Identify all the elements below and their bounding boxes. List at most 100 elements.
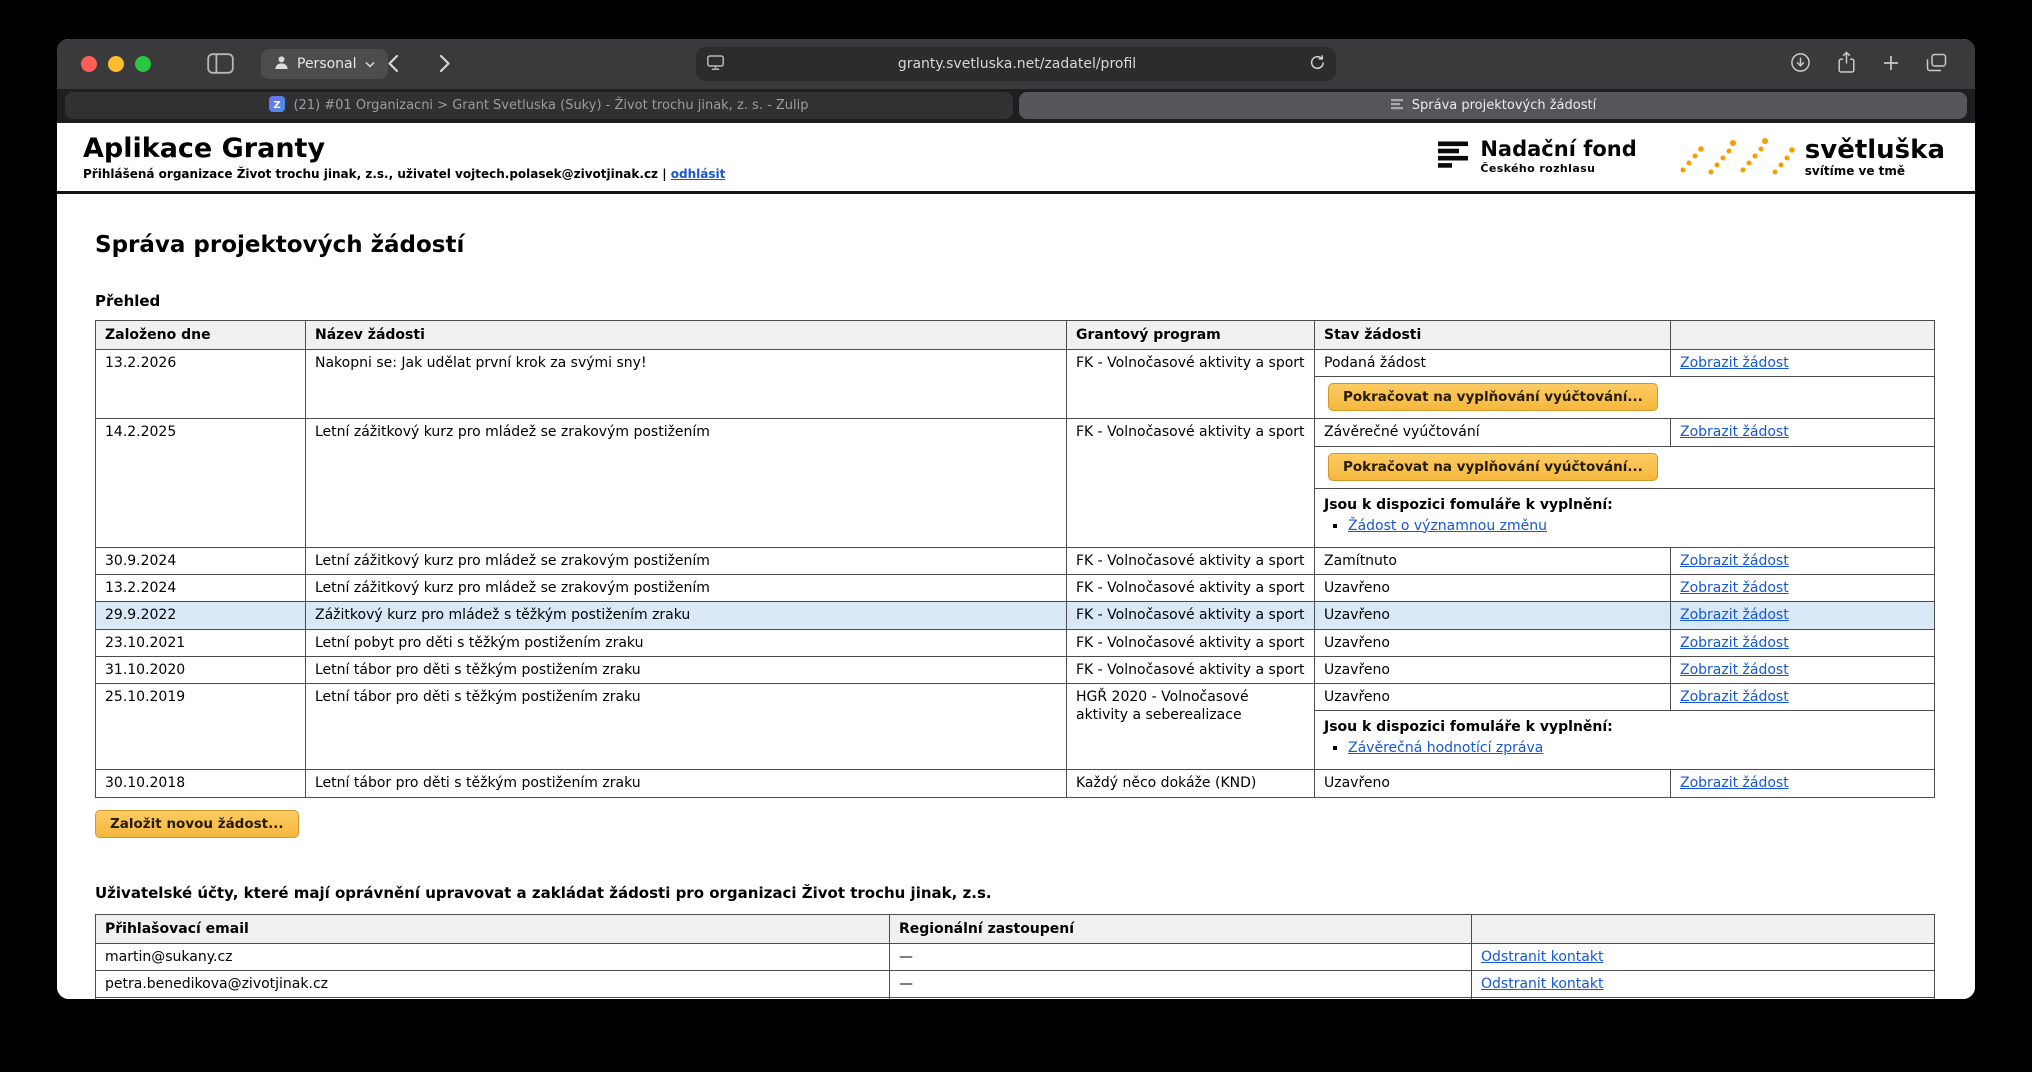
table-row-selected[interactable]: 29.9.2022 Zážitkový kurz pro mládež s tě…	[96, 602, 1935, 629]
col-header-actions	[1671, 321, 1935, 350]
cell-region: —	[890, 943, 1472, 970]
view-request-link[interactable]: Zobrazit žádost	[1680, 607, 1789, 623]
cell-action: Zobrazit žádost	[1671, 602, 1935, 629]
app-header-logos: Nadační fond Českého rozhlasu světluška …	[1438, 132, 1949, 182]
col-header-name: Název žádosti	[306, 321, 1067, 350]
reload-icon[interactable]	[1309, 54, 1326, 75]
requests-table: Založeno dne Název žádosti Grantový prog…	[95, 320, 1935, 798]
remove-contact-link[interactable]: Odstranit kontakt	[1481, 949, 1603, 965]
minimize-window-button[interactable]	[108, 56, 124, 72]
cell-action: Zobrazit žádost	[1671, 419, 1935, 446]
new-tab-icon[interactable]	[1882, 54, 1900, 72]
profile-menu-button[interactable]: Personal	[261, 49, 388, 79]
sidebar-toggle-icon[interactable]	[207, 53, 234, 78]
tab-zulip[interactable]: Z (21) #01 Organizacni > Grant Svetluska…	[65, 92, 1013, 119]
svetluska-line2: svítíme ve tmě	[1805, 164, 1945, 178]
logout-link[interactable]: odhlásit	[671, 167, 726, 181]
cell-name: Letní tábor pro děti s těžkým postižením…	[306, 770, 1067, 797]
users-table: Přihlašovací email Regionální zastoupení…	[95, 914, 1935, 999]
forward-button[interactable]	[439, 54, 451, 77]
cell-continue-button: Pokračovat na vyplňování vyúčtování...	[1315, 446, 1935, 488]
cell-date: 13.2.2026	[96, 350, 306, 419]
cell-action: Odstranit kontakt	[1472, 943, 1935, 970]
window-controls	[81, 56, 151, 72]
cell-name: Letní tábor pro děti s těžkým postižením…	[306, 656, 1067, 683]
cell-date: 13.2.2024	[96, 575, 306, 602]
form-link[interactable]: Žádost o významnou změnu	[1348, 518, 1547, 534]
cell-action: Zobrazit žádost	[1671, 770, 1935, 797]
col-header-region: Regionální zastoupení	[890, 914, 1472, 943]
app-header: Aplikace Granty Přihlášená organizace Ži…	[57, 123, 1975, 194]
cell-name: Letní tábor pro děti s těžkým postižením…	[306, 683, 1067, 770]
granty-favicon	[1390, 97, 1404, 115]
cell-email: petra.benedikova@zivotjinak.cz	[96, 971, 890, 998]
table-row: 13.2.2026 Nakopni se: Jak udělat první k…	[96, 350, 1935, 377]
view-request-link[interactable]: Zobrazit žádost	[1680, 689, 1789, 705]
address-bar[interactable]: granty.svetluska.net/zadatel/profil	[696, 47, 1336, 81]
cell-date: 25.10.2019	[96, 683, 306, 770]
cell-forms: Jsou k dispozici fomuláře k vyplnění: Zá…	[1315, 711, 1935, 770]
form-link[interactable]: Závěrečná hodnotící zpráva	[1348, 740, 1543, 756]
cell-name: Nakopni se: Jak udělat první krok za svý…	[306, 350, 1067, 419]
tab-label: Správa projektových žádostí	[1412, 98, 1596, 113]
cell-program: FK - Volnočasové aktivity a sport	[1067, 575, 1315, 602]
view-request-link[interactable]: Zobrazit žádost	[1680, 662, 1789, 678]
view-request-link[interactable]: Zobrazit žádost	[1680, 553, 1789, 569]
table-row: 14.2.2025 Letní zážitkový kurz pro mláde…	[96, 419, 1935, 446]
cell-date: 23.10.2021	[96, 629, 306, 656]
view-request-link[interactable]: Zobrazit žádost	[1680, 355, 1789, 371]
user-line-text: Přihlášená organizace Život trochu jinak…	[83, 167, 667, 181]
cell-action: Zobrazit žádost	[1671, 683, 1935, 710]
view-request-link[interactable]: Zobrazit žádost	[1680, 424, 1789, 440]
svg-text:Z: Z	[274, 100, 281, 111]
url-text: granty.svetluska.net/zadatel/profil	[725, 56, 1309, 72]
col-header-date: Založeno dne	[96, 321, 306, 350]
tab-overview-icon[interactable]	[1926, 53, 1947, 72]
radio-bars-icon	[1438, 140, 1470, 174]
cell-continue-button: Pokračovat na vyplňování vyúčtování...	[1315, 377, 1935, 419]
zulip-favicon: Z	[269, 96, 285, 116]
toolbar-right	[1790, 51, 1947, 74]
cell-program: FK - Volnočasové aktivity a sport	[1067, 629, 1315, 656]
person-icon	[274, 55, 289, 74]
app-header-left: Aplikace Granty Přihlášená organizace Ži…	[83, 133, 725, 180]
cell-program: FK - Volnočasové aktivity a sport	[1067, 419, 1315, 548]
cell-name: Letní zážitkový kurz pro mládež se zrako…	[306, 575, 1067, 602]
cell-action: Zobrazit žádost	[1671, 656, 1935, 683]
back-button[interactable]	[387, 54, 399, 77]
chevron-down-icon	[365, 56, 375, 72]
website-settings-icon[interactable]	[706, 54, 725, 75]
view-request-link[interactable]: Zobrazit žádost	[1680, 775, 1789, 791]
zoom-window-button[interactable]	[135, 56, 151, 72]
continue-settlement-button[interactable]: Pokračovat na vyplňování vyúčtování...	[1328, 383, 1658, 411]
cell-action: Odstranit kontakt	[1472, 971, 1935, 998]
create-new-request-button[interactable]: Založit novou žádost...	[95, 810, 299, 838]
view-request-link[interactable]: Zobrazit žádost	[1680, 635, 1789, 651]
cell-date: 30.10.2018	[96, 770, 306, 797]
browser-window: Personal granty.svetluska.net/zadatel/pr…	[57, 39, 1975, 999]
cell-status: Závěrečné vyúčtování	[1315, 419, 1671, 446]
cell-name: Letní zážitkový kurz pro mládež se zrako…	[306, 547, 1067, 574]
close-window-button[interactable]	[81, 56, 97, 72]
cell-date: 30.9.2024	[96, 547, 306, 574]
cell-status: Uzavřeno	[1315, 683, 1671, 710]
cell-forms: Jsou k dispozici fomuláře k vyplnění: Žá…	[1315, 488, 1935, 547]
share-icon[interactable]	[1837, 51, 1856, 74]
downloads-icon[interactable]	[1790, 52, 1811, 73]
cell-action: Zobrazit žádost	[1671, 629, 1935, 656]
svetluska-line1: světluška	[1805, 137, 1945, 163]
overview-label: Přehled	[95, 292, 1937, 310]
view-request-link[interactable]: Zobrazit žádost	[1680, 580, 1789, 596]
cell-program: HGŘ 2020 - Volnočasové aktivity a sebere…	[1067, 683, 1315, 770]
cell-email: vojtech.polasek@zivotjinak.cz	[96, 998, 890, 999]
cell-action: Zobrazit žádost	[1671, 350, 1935, 377]
tab-granty-active[interactable]: Správa projektových žádostí	[1019, 92, 1967, 119]
page-content: Správa projektových žádostí Přehled Zalo…	[57, 194, 1975, 999]
cell-action: Zobrazit žádost	[1671, 575, 1935, 602]
continue-settlement-button[interactable]: Pokračovat na vyplňování vyúčtování...	[1328, 453, 1658, 481]
cell-name: Letní zážitkový kurz pro mládež se zrako…	[306, 419, 1067, 548]
cell-region: —	[890, 971, 1472, 998]
cell-name: Zážitkový kurz pro mládež s těžkým posti…	[306, 602, 1067, 629]
table-header-row: Přihlašovací email Regionální zastoupení	[96, 914, 1935, 943]
remove-contact-link[interactable]: Odstranit kontakt	[1481, 976, 1603, 992]
